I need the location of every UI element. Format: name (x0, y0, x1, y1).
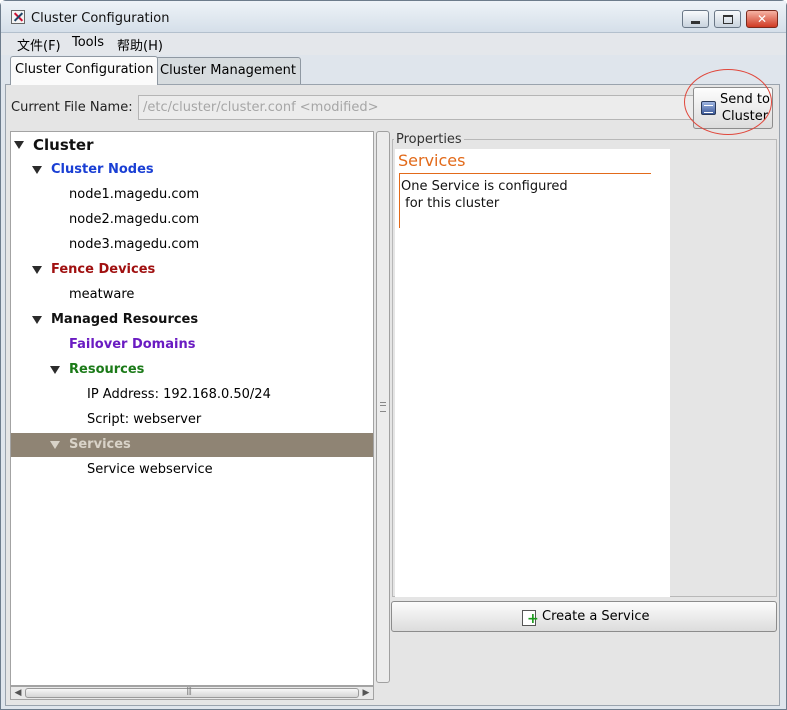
scroll-left-icon[interactable]: ◀ (12, 687, 24, 699)
tree-item-node[interactable]: node1.magedu.com (11, 183, 373, 207)
tree-label: Managed Resources (51, 312, 199, 327)
properties-group-title: Properties (394, 132, 464, 147)
create-service-button[interactable]: Create a Service (391, 601, 777, 632)
tree-item-services[interactable]: Services (11, 433, 373, 457)
title-bar: Cluster Configuration ✕ (1, 1, 786, 33)
tree-item-node[interactable]: node3.magedu.com (11, 233, 373, 257)
properties-divider-vertical (399, 173, 400, 228)
expander-icon[interactable] (32, 266, 42, 274)
create-service-label: Create a Service (542, 609, 650, 624)
send-to-cluster-icon (701, 101, 716, 115)
send-button-label-line2: Cluster (721, 109, 769, 124)
pane-splitter[interactable] (376, 131, 390, 683)
file-name-field: /etc/cluster/cluster.conf <modified> (138, 95, 694, 120)
tree-label: Cluster (33, 136, 94, 154)
properties-divider (399, 173, 651, 174)
tree-label: node3.magedu.com (69, 237, 200, 252)
tab-cluster-management[interactable]: Cluster Management (155, 57, 301, 84)
menu-help[interactable]: 帮助(H) (115, 35, 165, 54)
tree-item-fence-devices[interactable]: Fence Devices (11, 258, 373, 282)
expander-icon[interactable] (32, 166, 42, 174)
tree-label: IP Address: 192.168.0.50/24 (87, 387, 271, 402)
properties-panel (395, 149, 670, 597)
properties-text-line1: One Service is configured (401, 179, 568, 194)
tree-item-failover-domains[interactable]: Failover Domains (11, 333, 373, 357)
menu-tools[interactable]: Tools (70, 35, 106, 50)
tree-label: Service webservice (87, 462, 213, 477)
maximize-icon (715, 11, 740, 27)
menu-file[interactable]: 文件(F) (15, 35, 63, 54)
tree-item-cluster-nodes[interactable]: Cluster Nodes (11, 158, 373, 182)
tree-label: Cluster Nodes (51, 162, 154, 177)
maximize-button[interactable] (714, 10, 741, 28)
tree-horizontal-scrollbar[interactable]: ◀ ▶ (10, 686, 374, 700)
tree-label: node2.magedu.com (69, 212, 200, 227)
tree-item-fence-device[interactable]: meatware (11, 283, 373, 307)
add-service-icon (522, 610, 539, 627)
tree-label: Script: webserver (87, 412, 202, 427)
app-icon (11, 10, 25, 24)
tree-item-resource[interactable]: Script: webserver (11, 408, 373, 432)
scroll-right-icon[interactable]: ▶ (360, 687, 372, 699)
tree-label: meatware (69, 287, 135, 302)
tree-item-cluster[interactable]: Cluster (11, 133, 373, 157)
tree-item-managed-resources[interactable]: Managed Resources (11, 308, 373, 332)
expander-icon[interactable] (50, 441, 60, 449)
app-window: Cluster Configuration ✕ 文件(F) Tools 帮助(H… (0, 0, 787, 710)
expander-icon[interactable] (14, 141, 24, 149)
tree-item-service[interactable]: Service webservice (11, 458, 373, 482)
send-button-label-line1: Send to (720, 92, 770, 107)
tree-item-node[interactable]: node2.magedu.com (11, 208, 373, 232)
tree-label: Fence Devices (51, 262, 156, 277)
scrollbar-thumb[interactable] (25, 686, 359, 698)
close-button[interactable]: ✕ (746, 10, 778, 28)
expander-icon[interactable] (32, 316, 42, 324)
tree-label: Failover Domains (69, 337, 196, 352)
minimize-button[interactable] (682, 10, 709, 28)
tree-label: Services (69, 437, 131, 452)
tree-label: node1.magedu.com (69, 187, 200, 202)
close-icon: ✕ (756, 12, 768, 26)
tree-label: Resources (69, 362, 145, 377)
tree-item-resource[interactable]: IP Address: 192.168.0.50/24 (11, 383, 373, 407)
tab-cluster-configuration[interactable]: Cluster Configuration (10, 56, 159, 85)
minimize-icon (683, 11, 708, 27)
file-name-label: Current File Name: (11, 100, 133, 115)
properties-text-line2: for this cluster (401, 196, 500, 211)
cluster-tree: Cluster Cluster Nodes node1.magedu.com n… (10, 131, 374, 686)
properties-heading: Services (398, 151, 466, 170)
menu-bar: 文件(F) Tools 帮助(H) (1, 33, 786, 55)
send-to-cluster-button[interactable]: Send to Cluster (693, 87, 773, 129)
tree-item-resources[interactable]: Resources (11, 358, 373, 382)
window-title: Cluster Configuration (31, 11, 170, 26)
expander-icon[interactable] (50, 366, 60, 374)
